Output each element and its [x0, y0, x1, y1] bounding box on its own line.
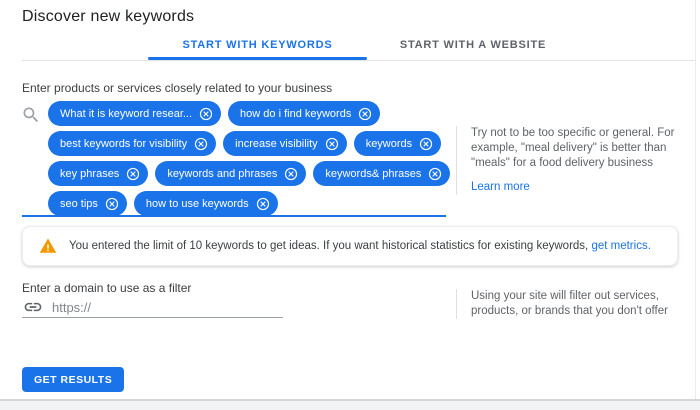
keywords-hint: Try not to be too specific or general. F… — [456, 126, 695, 195]
keyword-chip[interactable]: What it is keyword resear... — [48, 101, 222, 126]
remove-keyword-icon[interactable] — [325, 137, 339, 151]
domain-hint: Using your site will filter out services… — [456, 289, 699, 319]
keyword-chip-label: keywords& phrases — [325, 167, 422, 180]
tab-start-with-a-website[interactable]: START WITH A WEBSITE — [367, 32, 579, 58]
keyword-chip-label: keywords — [365, 137, 413, 150]
keyword-chip-label: What it is keyword resear... — [60, 107, 193, 120]
chip-row: seo tips how to use keywords — [48, 191, 460, 216]
chip-row: key phrases keywords and phrases keywords&… — [48, 161, 460, 186]
tab-divider — [22, 60, 696, 61]
keywords-hint-text: Try not to be too specific or general. F… — [471, 127, 675, 169]
keyword-chip[interactable]: keywords and phrases — [155, 161, 307, 186]
keyword-chip-label: key phrases — [60, 167, 120, 180]
keyword-chip[interactable]: how do i find keywords — [228, 101, 381, 126]
tab-start-with-keywords[interactable]: START WITH KEYWORDS — [148, 32, 367, 58]
keyword-chip[interactable]: seo tips — [48, 191, 127, 216]
learn-more-link[interactable]: Learn more — [471, 180, 530, 195]
remove-keyword-icon[interactable] — [419, 137, 433, 151]
keyword-chip[interactable]: increase visibility — [223, 131, 347, 156]
keyword-chip-label: how do i find keywords — [240, 107, 352, 120]
remove-keyword-icon[interactable] — [105, 197, 119, 211]
get-metrics-link[interactable]: get metrics. — [591, 240, 650, 252]
keywords-input[interactable]: What it is keyword resear... how do i fin… — [48, 101, 460, 221]
link-icon — [23, 297, 43, 317]
keywords-input-underline — [22, 215, 446, 217]
keyword-chip[interactable]: keywords& phrases — [313, 161, 451, 186]
get-results-button[interactable]: GET RESULTS — [22, 367, 125, 392]
search-icon — [21, 105, 41, 125]
domain-filter-label: Enter a domain to use as a filter — [22, 281, 192, 295]
remove-keyword-icon[interactable] — [428, 167, 442, 181]
domain-input-underline — [22, 317, 283, 318]
keywords-input-label: Enter products or services closely relat… — [22, 81, 333, 95]
keyword-chip-label: best keywords for visibility — [60, 137, 188, 150]
keyword-chip-label: keywords and phrases — [167, 167, 278, 180]
remove-keyword-icon[interactable] — [358, 107, 372, 121]
page-title: Discover new keywords — [22, 8, 195, 25]
keyword-limit-warning-banner: You entered the limit of 10 keywords to … — [22, 226, 678, 266]
chip-row: best keywords for visibility increase vis… — [48, 131, 460, 156]
keyword-chip[interactable]: best keywords for visibility — [48, 131, 217, 156]
right-edge-divider — [695, 0, 696, 399]
remove-keyword-icon[interactable] — [194, 137, 208, 151]
card-bottom-edge — [0, 399, 700, 410]
keyword-chip[interactable]: keywords — [353, 131, 442, 156]
domain-filter-input[interactable] — [50, 295, 279, 319]
keyword-chip-label: seo tips — [60, 197, 98, 210]
keyword-chip[interactable]: key phrases — [48, 161, 149, 186]
remove-keyword-icon[interactable] — [199, 107, 213, 121]
remove-keyword-icon[interactable] — [284, 167, 298, 181]
warning-triangle-icon — [39, 237, 57, 255]
chip-row: What it is keyword resear... how do i fin… — [48, 101, 460, 126]
keyword-planner-page: Discover new keywords START WITH KEYWORD… — [0, 0, 700, 410]
remove-keyword-icon[interactable] — [126, 167, 140, 181]
remove-keyword-icon[interactable] — [256, 197, 270, 211]
keyword-chip-label: increase visibility — [235, 137, 318, 150]
keyword-chip[interactable]: how to use keywords — [133, 191, 278, 216]
keyword-chip-label: how to use keywords — [145, 197, 249, 210]
warning-text: You entered the limit of 10 keywords to … — [69, 240, 651, 252]
domain-hint-text: Using your site will filter out services… — [471, 290, 668, 317]
